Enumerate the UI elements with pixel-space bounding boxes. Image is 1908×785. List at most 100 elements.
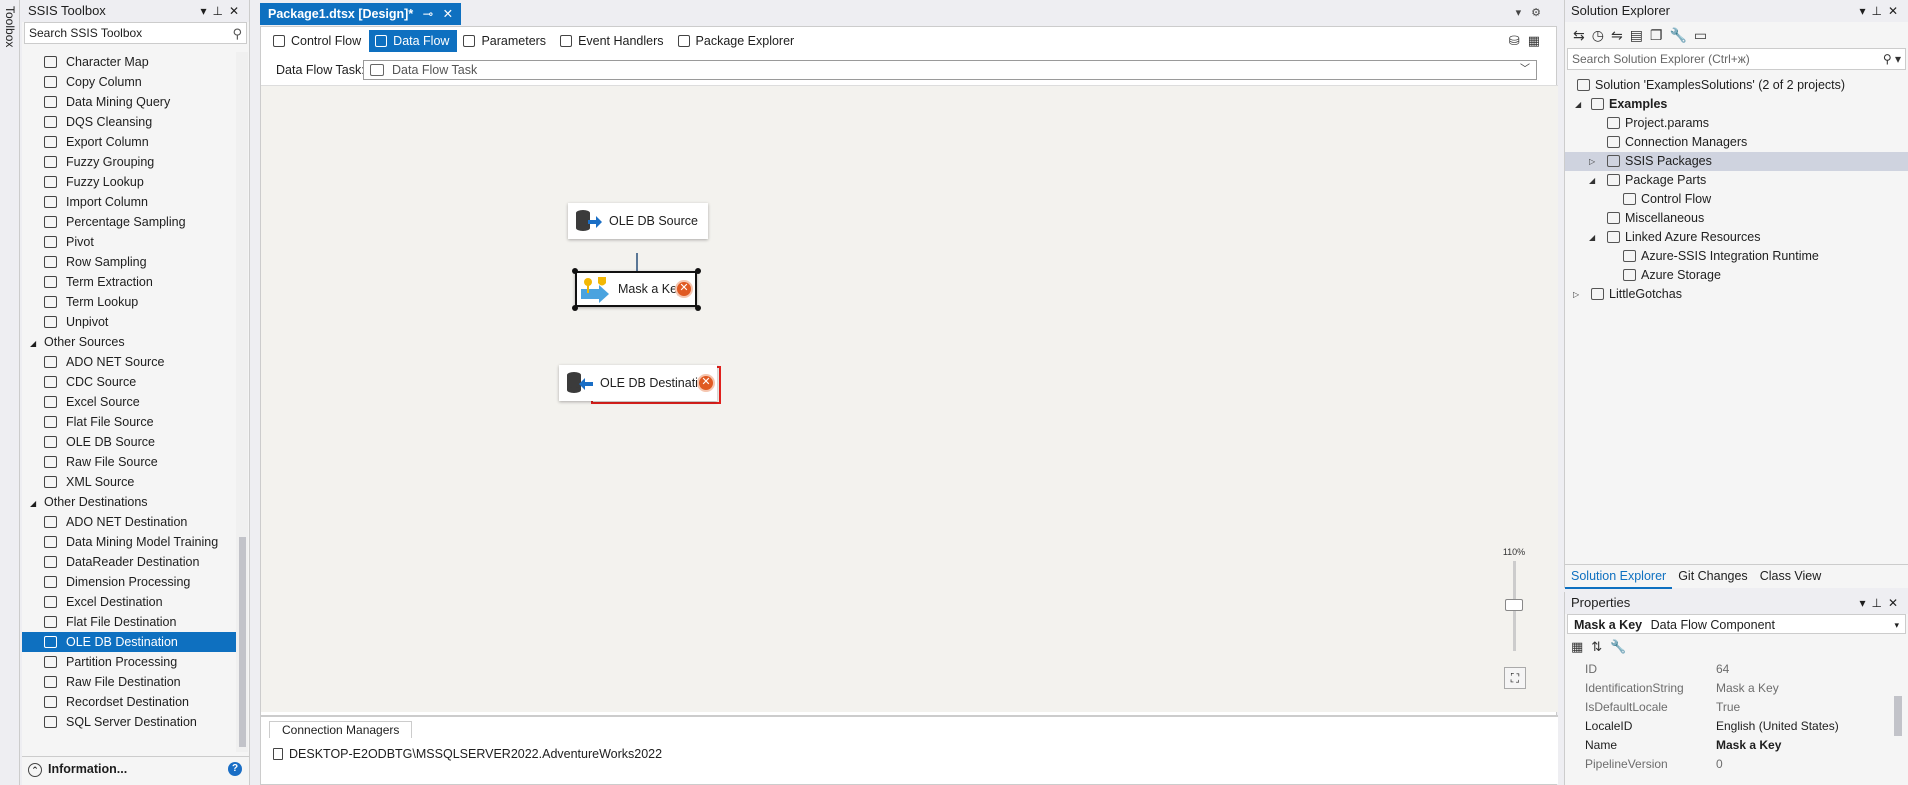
tree-node-ssis-packages[interactable]: ▷ SSIS Packages	[1565, 152, 1908, 171]
ole-db-source-component[interactable]: OLE DB Source	[568, 203, 708, 239]
collapse-triangle-icon[interactable]: ◢	[30, 494, 40, 514]
toolbox-item-import-column[interactable]: Import Column	[22, 192, 236, 212]
tab-solution-explorer[interactable]: Solution Explorer	[1565, 565, 1673, 589]
toolbox-item-percentage-sampling[interactable]: Percentage Sampling	[22, 212, 236, 232]
variables-icon[interactable]: ▦	[1528, 33, 1548, 48]
toolbox-item-fuzzy-grouping[interactable]: Fuzzy Grouping	[22, 152, 236, 172]
tab-control-flow[interactable]: Control Flow	[267, 30, 369, 52]
toolbox-item-flat-file-source[interactable]: Flat File Source	[22, 412, 236, 432]
toolbox-item-datareader-destination[interactable]: DataReader Destination	[22, 552, 236, 572]
tree-node-solution-examplessolutions-2-of-2-projec[interactable]: Solution 'ExamplesSolutions' (2 of 2 pro…	[1565, 76, 1908, 95]
property-row-localeid[interactable]: LocaleID English (United States)	[1565, 717, 1908, 736]
tree-node-miscellaneous[interactable]: Miscellaneous	[1565, 209, 1908, 228]
chevron-down-icon[interactable]: ▾	[1894, 615, 1899, 635]
collapse-icon[interactable]: ⌃	[28, 763, 42, 777]
collapse-arrow-icon[interactable]: ◢	[1589, 228, 1599, 247]
toolbox-group-other-sources[interactable]: ◢ Other Sources	[22, 332, 236, 352]
toolbox-item-ole-db-source[interactable]: OLE DB Source	[22, 432, 236, 452]
property-pages-icon[interactable]: 🔧	[1610, 639, 1634, 654]
tab-git-changes[interactable]: Git Changes	[1672, 565, 1753, 587]
tree-node-azure-storage[interactable]: Azure Storage	[1565, 266, 1908, 285]
properties-scrollbar[interactable]	[1894, 662, 1902, 785]
property-row-isdefaultlocale[interactable]: IsDefaultLocale True	[1565, 698, 1908, 717]
dropdown-icon[interactable]: ▾	[1859, 4, 1871, 18]
toolbox-item-dqs-cleansing[interactable]: DQS Cleansing	[22, 112, 236, 132]
toolbox-item-raw-file-destination[interactable]: Raw File Destination	[22, 672, 236, 692]
property-row-identificationstring[interactable]: IdentificationString Mask a Key	[1565, 679, 1908, 698]
tree-node-littlegotchas[interactable]: ▷ LittleGotchas	[1565, 285, 1908, 304]
property-value[interactable]: 64	[1716, 660, 1729, 679]
property-row-name[interactable]: Name Mask a Key	[1565, 736, 1908, 755]
ole-db-destination-component[interactable]: OLE DB Destination ✕	[559, 365, 717, 401]
toolbox-item-copy-column[interactable]: Copy Column	[22, 72, 236, 92]
chevron-down-icon[interactable]: ﹀	[1520, 61, 1530, 79]
tree-node-azure-ssis-integration-runtime[interactable]: Azure-SSIS Integration Runtime	[1565, 247, 1908, 266]
tab-event-handlers[interactable]: Event Handlers	[554, 30, 671, 52]
toolbox-item-sql-server-destination[interactable]: SQL Server Destination	[22, 712, 236, 732]
scrollbar-thumb[interactable]	[1894, 696, 1902, 736]
tree-node-examples[interactable]: ◢ Examples	[1565, 95, 1908, 114]
tab-parameters[interactable]: Parameters	[457, 30, 554, 52]
error-icon[interactable]: ✕	[697, 374, 715, 392]
properties-icon[interactable]: 🔧	[1669, 27, 1693, 43]
close-icon[interactable]: ✕	[1888, 4, 1904, 18]
zoom-fit-button[interactable]: ⛶	[1504, 667, 1526, 689]
information-bar[interactable]: ⌃ Information... ?	[22, 756, 250, 780]
error-icon[interactable]: ✕	[675, 280, 693, 298]
toolbox-strip[interactable]: Toolbox	[0, 0, 20, 785]
toolbox-item-fuzzy-lookup[interactable]: Fuzzy Lookup	[22, 172, 236, 192]
toolbox-item-ado-net-source[interactable]: ADO NET Source	[22, 352, 236, 372]
connection-managers-tab[interactable]: Connection Managers	[269, 721, 413, 738]
toolbox-item-xml-source[interactable]: XML Source	[22, 472, 236, 492]
alphabetical-icon[interactable]: ⇅	[1591, 639, 1610, 654]
toolbox-scrollbar[interactable]	[236, 52, 248, 752]
close-icon[interactable]: ✕	[443, 7, 453, 21]
tab-dropdown-icon[interactable]: ▾	[1516, 7, 1532, 19]
collapse-triangle-icon[interactable]: ◢	[30, 334, 40, 354]
tree-node-package-parts[interactable]: ◢ Package Parts	[1565, 171, 1908, 190]
toolbox-item-character-map[interactable]: Character Map	[22, 52, 236, 72]
tree-node-control-flow[interactable]: Control Flow	[1565, 190, 1908, 209]
expand-arrow-icon[interactable]: ▷	[1573, 285, 1583, 304]
close-icon[interactable]: ✕	[1888, 596, 1904, 610]
pin-icon[interactable]: ⊥	[1871, 4, 1887, 18]
toolbox-item-flat-file-destination[interactable]: Flat File Destination	[22, 612, 236, 632]
categorized-icon[interactable]: ▦	[1571, 639, 1591, 654]
tab-data-flow[interactable]: Data Flow	[369, 30, 458, 52]
tab-package-explorer[interactable]: Package Explorer	[672, 30, 803, 52]
sync-icon[interactable]: ⇋	[1611, 27, 1630, 43]
data-flow-task-select[interactable]: Data Flow Task ﹀	[363, 60, 1537, 80]
expand-arrow-icon[interactable]: ▷	[1589, 152, 1599, 171]
toolbox-item-data-mining-model-training[interactable]: Data Mining Model Training	[22, 532, 236, 552]
tree-node-linked-azure-resources[interactable]: ◢ Linked Azure Resources	[1565, 228, 1908, 247]
toolbox-item-partition-processing[interactable]: Partition Processing	[22, 652, 236, 672]
toolbox-item-recordset-destination[interactable]: Recordset Destination	[22, 692, 236, 712]
property-value[interactable]: 0	[1716, 755, 1723, 774]
property-row-pipelineversion[interactable]: PipelineVersion 0	[1565, 755, 1908, 774]
dropdown-icon[interactable]: ▾	[1859, 596, 1871, 610]
search-icon[interactable]: ⚲	[232, 24, 242, 44]
toolbox-item-excel-source[interactable]: Excel Source	[22, 392, 236, 412]
document-tab[interactable]: Package1.dtsx [Design]* ⊸ ✕	[260, 3, 462, 25]
scrollbar-thumb[interactable]	[239, 537, 246, 747]
help-icon[interactable]: ?	[228, 762, 242, 776]
toolbox-group-other-destinations[interactable]: ◢ Other Destinations	[22, 492, 236, 512]
collapse-all-icon[interactable]: ▤	[1630, 27, 1650, 43]
toolbox-item-dimension-processing[interactable]: Dimension Processing	[22, 572, 236, 592]
tree-node-project-params[interactable]: Project.params	[1565, 114, 1908, 133]
pin-icon[interactable]: ⊥	[212, 4, 228, 18]
toolbox-item-pivot[interactable]: Pivot	[22, 232, 236, 252]
property-value[interactable]: Mask a Key	[1716, 736, 1781, 755]
close-icon[interactable]: ✕	[229, 4, 245, 18]
toolbox-item-unpivot[interactable]: Unpivot	[22, 312, 236, 332]
copy-icon[interactable]: ❐	[1650, 27, 1670, 43]
mask-a-key-component[interactable]: Mask a Key ✕	[575, 271, 697, 307]
property-value[interactable]: True	[1716, 698, 1740, 717]
search-icon[interactable]: ⚲ ▾	[1883, 49, 1901, 69]
switch-views-icon[interactable]: ⇆	[1573, 27, 1592, 43]
properties-object-select[interactable]: Mask a Key Data Flow Component ▾	[1567, 614, 1906, 634]
toolbox-item-row-sampling[interactable]: Row Sampling	[22, 252, 236, 272]
toolbox-item-raw-file-source[interactable]: Raw File Source	[22, 452, 236, 472]
toolbox-item-ole-db-destination[interactable]: OLE DB Destination	[22, 632, 236, 652]
preview-icon[interactable]: ▭	[1694, 27, 1714, 43]
